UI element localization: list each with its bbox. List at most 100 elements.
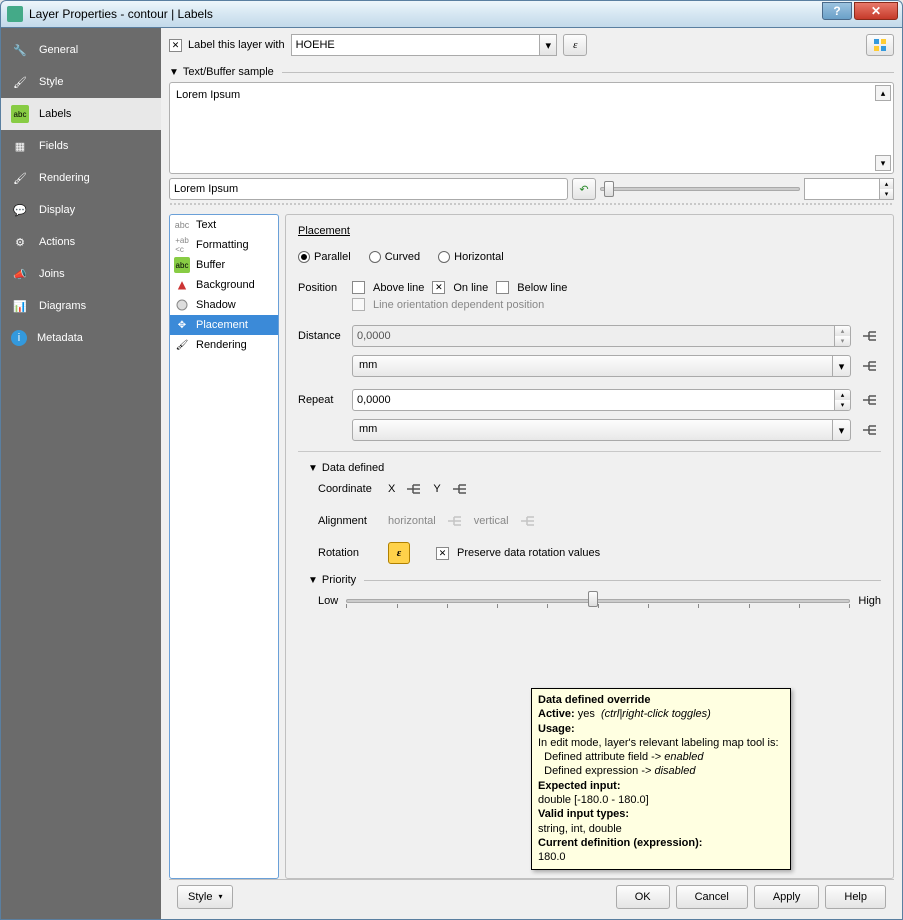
sublist-rendering[interactable]: 🖌Rendering xyxy=(170,335,278,355)
sidebar-item-display[interactable]: 💬Display xyxy=(1,194,161,226)
sample-collapse-header[interactable]: ▼ Text/Buffer sample xyxy=(169,66,894,78)
sidebar-item-general[interactable]: 🔧General xyxy=(1,34,161,66)
content-panel: Label this layer with ▾ ε ▼ Text/Buffer … xyxy=(161,28,902,919)
sidebar-item-actions[interactable]: ⚙Actions xyxy=(1,226,161,258)
distance-spinbox[interactable]: ▴▾ xyxy=(352,325,851,347)
sample-size-slider[interactable] xyxy=(600,178,800,200)
sidebar-item-labels[interactable]: abcLabels xyxy=(1,98,161,130)
preserve-rotation-checkbox[interactable] xyxy=(436,547,449,560)
rendering-sub-icon: 🖌 xyxy=(174,337,190,353)
category-sidebar: 🔧General 🖌Style abcLabels ▦Fields 🖌Rende… xyxy=(1,28,161,919)
placement-icon: ✥ xyxy=(174,317,190,333)
chevron-down-icon: ▼ xyxy=(169,67,179,78)
sublist-formatting[interactable]: +ab<cFormatting xyxy=(170,235,278,255)
actions-icon: ⚙ xyxy=(11,233,29,251)
display-icon: 💬 xyxy=(11,201,29,219)
sublist-shadow[interactable]: Shadow xyxy=(170,295,278,315)
radio-horizontal[interactable]: Horizontal xyxy=(438,251,504,263)
spin-up[interactable]: ▴ xyxy=(880,179,893,189)
repeat-spinbox[interactable]: ▴▾ xyxy=(352,389,851,411)
window-titlebar: Layer Properties - contour | Labels ? ✕ xyxy=(0,0,903,28)
buffer-icon: abc xyxy=(174,257,190,273)
orientation-checkbox[interactable] xyxy=(352,298,365,311)
sample-reset-button[interactable]: ↶ xyxy=(572,178,596,200)
coord-x-override-button[interactable] xyxy=(403,478,425,500)
help-button[interactable]: Help xyxy=(825,885,886,909)
shadow-icon xyxy=(174,297,190,313)
window-close-button[interactable]: ✕ xyxy=(854,2,898,20)
distance-label: Distance xyxy=(298,330,344,342)
app-icon xyxy=(7,6,23,22)
radio-curved[interactable]: Curved xyxy=(369,251,420,263)
sidebar-item-joins[interactable]: 📣Joins xyxy=(1,258,161,290)
formatting-icon: +ab<c xyxy=(174,237,190,253)
priority-header[interactable]: ▼ Priority xyxy=(308,574,881,586)
label-field-combo[interactable]: ▾ xyxy=(291,34,558,56)
sublist-buffer[interactable]: abcBuffer xyxy=(170,255,278,275)
label-field-input[interactable] xyxy=(291,34,540,56)
distance-unit-override-button[interactable] xyxy=(859,355,881,377)
window-title: Layer Properties - contour | Labels xyxy=(29,7,213,21)
sample-preview: Lorem Ipsum ▴ ▾ xyxy=(169,82,894,174)
undo-icon: ↶ xyxy=(579,183,588,196)
style-menu-button[interactable]: Style▾ xyxy=(177,885,233,909)
position-label: Position xyxy=(298,282,344,294)
data-defined-tooltip: Data defined override Active: yes (ctrl|… xyxy=(531,688,791,870)
engine-gear-icon xyxy=(872,37,888,53)
slider-thumb[interactable] xyxy=(604,181,614,197)
rendering-icon: 🖌 xyxy=(11,169,29,187)
align-v-override-button[interactable] xyxy=(517,510,539,532)
sublist-text[interactable]: abcText xyxy=(170,215,278,235)
sidebar-item-metadata[interactable]: iMetadata xyxy=(1,322,161,354)
diagrams-icon: 📊 xyxy=(11,297,29,315)
expression-button[interactable]: ε xyxy=(563,34,587,56)
repeat-label: Repeat xyxy=(298,394,344,406)
rotation-override-button[interactable]: ε xyxy=(388,542,410,564)
distance-unit-combo[interactable]: mm▾ xyxy=(352,355,851,377)
align-h-override-button[interactable] xyxy=(444,510,466,532)
label-field-dropdown[interactable]: ▾ xyxy=(539,34,557,56)
repeat-unit-override-button[interactable] xyxy=(859,419,881,441)
spin-down[interactable]: ▾ xyxy=(880,189,893,199)
background-icon xyxy=(174,277,190,293)
ok-button[interactable]: OK xyxy=(616,885,670,909)
brush-icon: 🖌 xyxy=(11,73,29,91)
below-line-checkbox[interactable] xyxy=(496,281,509,294)
text-icon: abc xyxy=(174,217,190,233)
sublist-background[interactable]: Background xyxy=(170,275,278,295)
cancel-button[interactable]: Cancel xyxy=(676,885,748,909)
priority-slider[interactable] xyxy=(346,590,850,612)
label-sublist: abcText +ab<cFormatting abcBuffer Backgr… xyxy=(169,214,279,879)
sublist-placement[interactable]: ✥Placement xyxy=(170,315,278,335)
above-line-checkbox[interactable] xyxy=(352,281,365,294)
window-help-button[interactable]: ? xyxy=(822,2,852,20)
sidebar-item-diagrams[interactable]: 📊Diagrams xyxy=(1,290,161,322)
data-defined-header[interactable]: ▼ Data defined xyxy=(308,462,881,474)
apply-button[interactable]: Apply xyxy=(754,885,820,909)
radio-parallel[interactable]: Parallel xyxy=(298,251,351,263)
coord-y-override-button[interactable] xyxy=(449,478,471,500)
sample-scroll-up[interactable]: ▴ xyxy=(875,85,891,101)
joins-icon: 📣 xyxy=(11,265,29,283)
sample-text-input[interactable] xyxy=(169,178,568,200)
sidebar-item-rendering[interactable]: 🖌Rendering xyxy=(1,162,161,194)
on-line-checkbox[interactable] xyxy=(432,281,445,294)
distance-override-button[interactable] xyxy=(859,325,881,347)
wrench-icon: 🔧 xyxy=(11,41,29,59)
label-layer-checkbox[interactable] xyxy=(169,39,182,52)
label-layer-text: Label this layer with xyxy=(188,39,285,51)
sidebar-item-style[interactable]: 🖌Style xyxy=(1,66,161,98)
chevron-down-icon: ▼ xyxy=(308,575,318,586)
metadata-icon: i xyxy=(11,330,27,346)
repeat-unit-combo[interactable]: mm▾ xyxy=(352,419,851,441)
fields-icon: ▦ xyxy=(11,137,29,155)
dialog-button-bar: Style▾ OK Cancel Apply Help xyxy=(169,879,894,913)
sidebar-item-fields[interactable]: ▦Fields xyxy=(1,130,161,162)
engine-settings-button[interactable] xyxy=(866,34,894,56)
placement-title: Placement xyxy=(298,225,881,237)
labels-icon: abc xyxy=(11,105,29,123)
sample-size-spinbox[interactable]: ▴▾ xyxy=(804,178,894,200)
repeat-override-button[interactable] xyxy=(859,389,881,411)
sample-scroll-down[interactable]: ▾ xyxy=(875,155,891,171)
chevron-down-icon: ▼ xyxy=(308,463,318,474)
